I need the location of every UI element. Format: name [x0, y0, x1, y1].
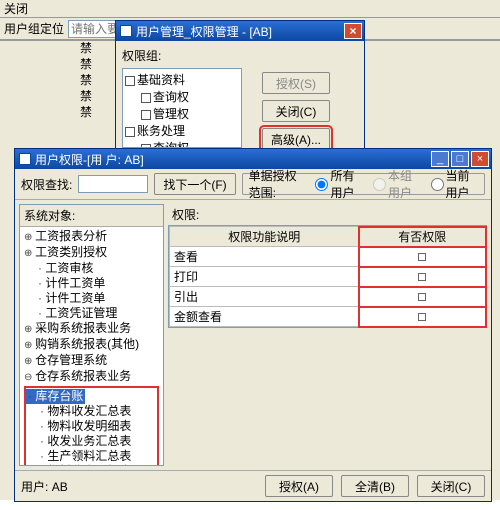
advanced-button[interactable]: 高级(A)...: [262, 128, 330, 150]
grid-check[interactable]: [359, 247, 485, 267]
locate-label: 用户组定位: [4, 20, 64, 37]
tree-item[interactable]: 工资凭证管理: [24, 306, 159, 321]
find-next-button[interactable]: 找下一个(F): [154, 173, 235, 195]
clear-all-button[interactable]: 全清(B): [341, 475, 409, 497]
tree-item[interactable]: 工资审核: [24, 261, 159, 276]
scope-all[interactable]: 所有用户: [315, 167, 363, 201]
permission-group-dialog: 用户管理_权限管理 - [AB] × 权限组: 基础资料 查询权 管理权 账务处…: [115, 20, 365, 157]
grid-col-desc: 权限功能说明: [170, 227, 360, 247]
bg-toolbar-text: 关闭: [4, 0, 28, 17]
maximize-icon[interactable]: □: [451, 151, 469, 167]
bg-side-col: 禁 禁 禁 禁 禁: [80, 40, 116, 120]
close-button[interactable]: 关闭(C): [262, 100, 330, 122]
right-header: 权限:: [168, 204, 487, 225]
scope-current[interactable]: 当前用户: [431, 167, 479, 201]
tree-item[interactable]: 物料收发汇总表: [26, 404, 155, 419]
grid-cell: 打印: [170, 267, 360, 287]
footer-user: AB: [52, 480, 68, 494]
grid-check[interactable]: [359, 307, 485, 327]
tree-item[interactable]: 生产领料汇总表: [26, 449, 155, 464]
dialog1-titlebar[interactable]: 用户管理_权限管理 - [AB] ×: [116, 21, 364, 41]
tree-item[interactable]: 物料收发日报表: [26, 464, 155, 466]
grid-cell: 查看: [170, 247, 360, 267]
tree-item[interactable]: 工资报表分析: [24, 229, 159, 245]
find-label: 权限查找:: [21, 176, 72, 193]
tree-item[interactable]: 仓存系统报表业务: [24, 369, 159, 385]
dialog2-title: 用户权限-[用 户: AB]: [35, 151, 144, 168]
grid-cell: 引出: [170, 287, 360, 307]
tree-item[interactable]: 工资类别授权: [24, 245, 159, 261]
grid-check[interactable]: [359, 267, 485, 287]
grid-col-has: 有否权限: [359, 227, 485, 247]
scope-radio-group: 单据授权范围: 所有用户 本组用户 当前用户: [242, 173, 485, 195]
grid-check[interactable]: [359, 287, 485, 307]
close-button[interactable]: 关闭(C): [417, 475, 485, 497]
find-input[interactable]: [78, 175, 148, 193]
grid-cell: 金额查看: [170, 307, 360, 327]
tree-item[interactable]: 物料收发明细表: [26, 419, 155, 434]
tree-item[interactable]: 仓存管理系统: [24, 353, 159, 369]
tree-item[interactable]: 计件工资单: [24, 276, 159, 291]
footer-user-label: 用户:: [21, 480, 48, 494]
tree-item[interactable]: 购销系统报表(其他): [24, 337, 159, 353]
grant-button[interactable]: 授权(A): [265, 475, 333, 497]
tree-item[interactable]: 计件工资单: [24, 291, 159, 306]
group-label: 权限组:: [122, 47, 358, 64]
object-tree[interactable]: 系统对象: 工资报表分析 工资类别授权 工资审核 计件工资单 计件工资单 工资凭…: [19, 204, 164, 466]
close-icon[interactable]: ×: [471, 151, 489, 167]
permission-tree[interactable]: 基础资料 查询权 管理权 账务处理 查询权 管理权 固定资产: [122, 68, 242, 148]
tree-item[interactable]: 采购系统报表业务: [24, 321, 159, 337]
app-icon: [120, 25, 132, 37]
permission-grid[interactable]: 权限功能说明 有否权限 查看 打印 引出 金额查看: [168, 225, 487, 328]
tree-item[interactable]: 收发业务汇总表: [26, 434, 155, 449]
tree-item-selected[interactable]: 库存台账: [26, 389, 85, 404]
close-icon[interactable]: ×: [344, 23, 362, 39]
app-icon: [19, 153, 31, 165]
scope-group: 本组用户: [373, 167, 421, 201]
grant-button: 授权(S): [262, 72, 330, 94]
dialog2-titlebar[interactable]: 用户权限-[用 户: AB] _ □ ×: [15, 149, 491, 169]
minimize-icon[interactable]: _: [431, 151, 449, 167]
scope-label: 单据授权范围:: [249, 167, 306, 201]
dialog1-title: 用户管理_权限管理 - [AB]: [136, 23, 272, 40]
tree-header: 系统对象:: [20, 205, 163, 227]
user-permission-dialog: 用户权限-[用 户: AB] _ □ × 权限查找: 找下一个(F) 单据授权范…: [14, 148, 492, 502]
